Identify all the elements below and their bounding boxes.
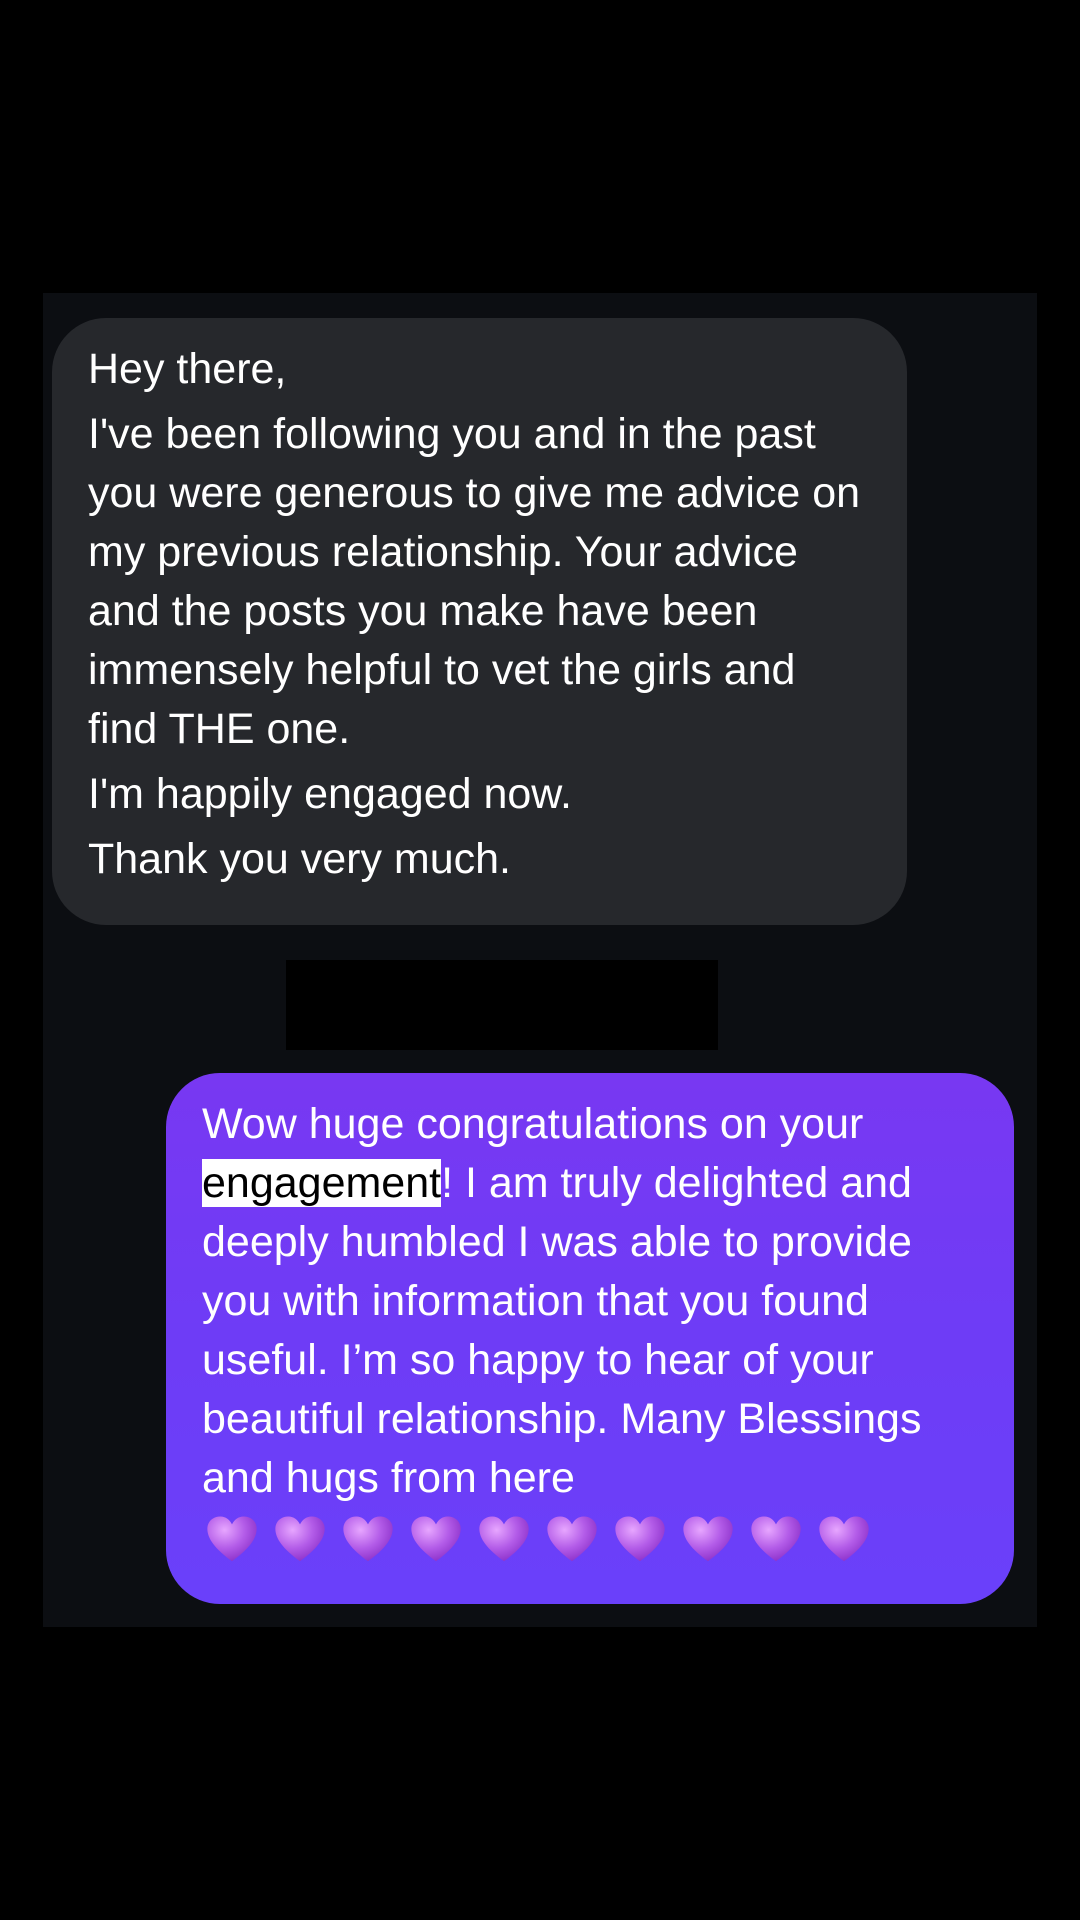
purple-heart-icon	[411, 1516, 461, 1562]
purple-hearts-row	[204, 1512, 872, 1568]
purple-heart-icon	[683, 1516, 733, 1562]
incoming-message-bubble[interactable]: Hey there, I've been following you and i…	[52, 318, 907, 925]
purple-heart-icon	[751, 1516, 801, 1562]
incoming-engaged-line: I'm happily engaged now.	[88, 770, 572, 818]
outgoing-text-end: ! I am truly delighted and deeply humble…	[202, 1159, 922, 1502]
redaction-box	[286, 960, 718, 1050]
purple-heart-icon	[343, 1516, 393, 1562]
incoming-greeting: Hey there,	[88, 345, 287, 393]
purple-heart-icon	[207, 1516, 257, 1562]
purple-heart-icon	[275, 1516, 325, 1562]
incoming-body: I've been following you and in the past …	[88, 410, 861, 753]
incoming-thanks-line: Thank you very much.	[88, 835, 512, 883]
purple-heart-icon	[547, 1516, 597, 1562]
highlighted-word[interactable]: engagement	[202, 1159, 442, 1207]
purple-heart-icon	[819, 1516, 869, 1562]
purple-heart-icon	[479, 1516, 529, 1562]
outgoing-text-start: Wow huge congratulations on your	[202, 1100, 864, 1148]
purple-heart-icon	[615, 1516, 665, 1562]
outgoing-message-text: Wow huge congratulations on your engagem…	[202, 1095, 984, 1508]
